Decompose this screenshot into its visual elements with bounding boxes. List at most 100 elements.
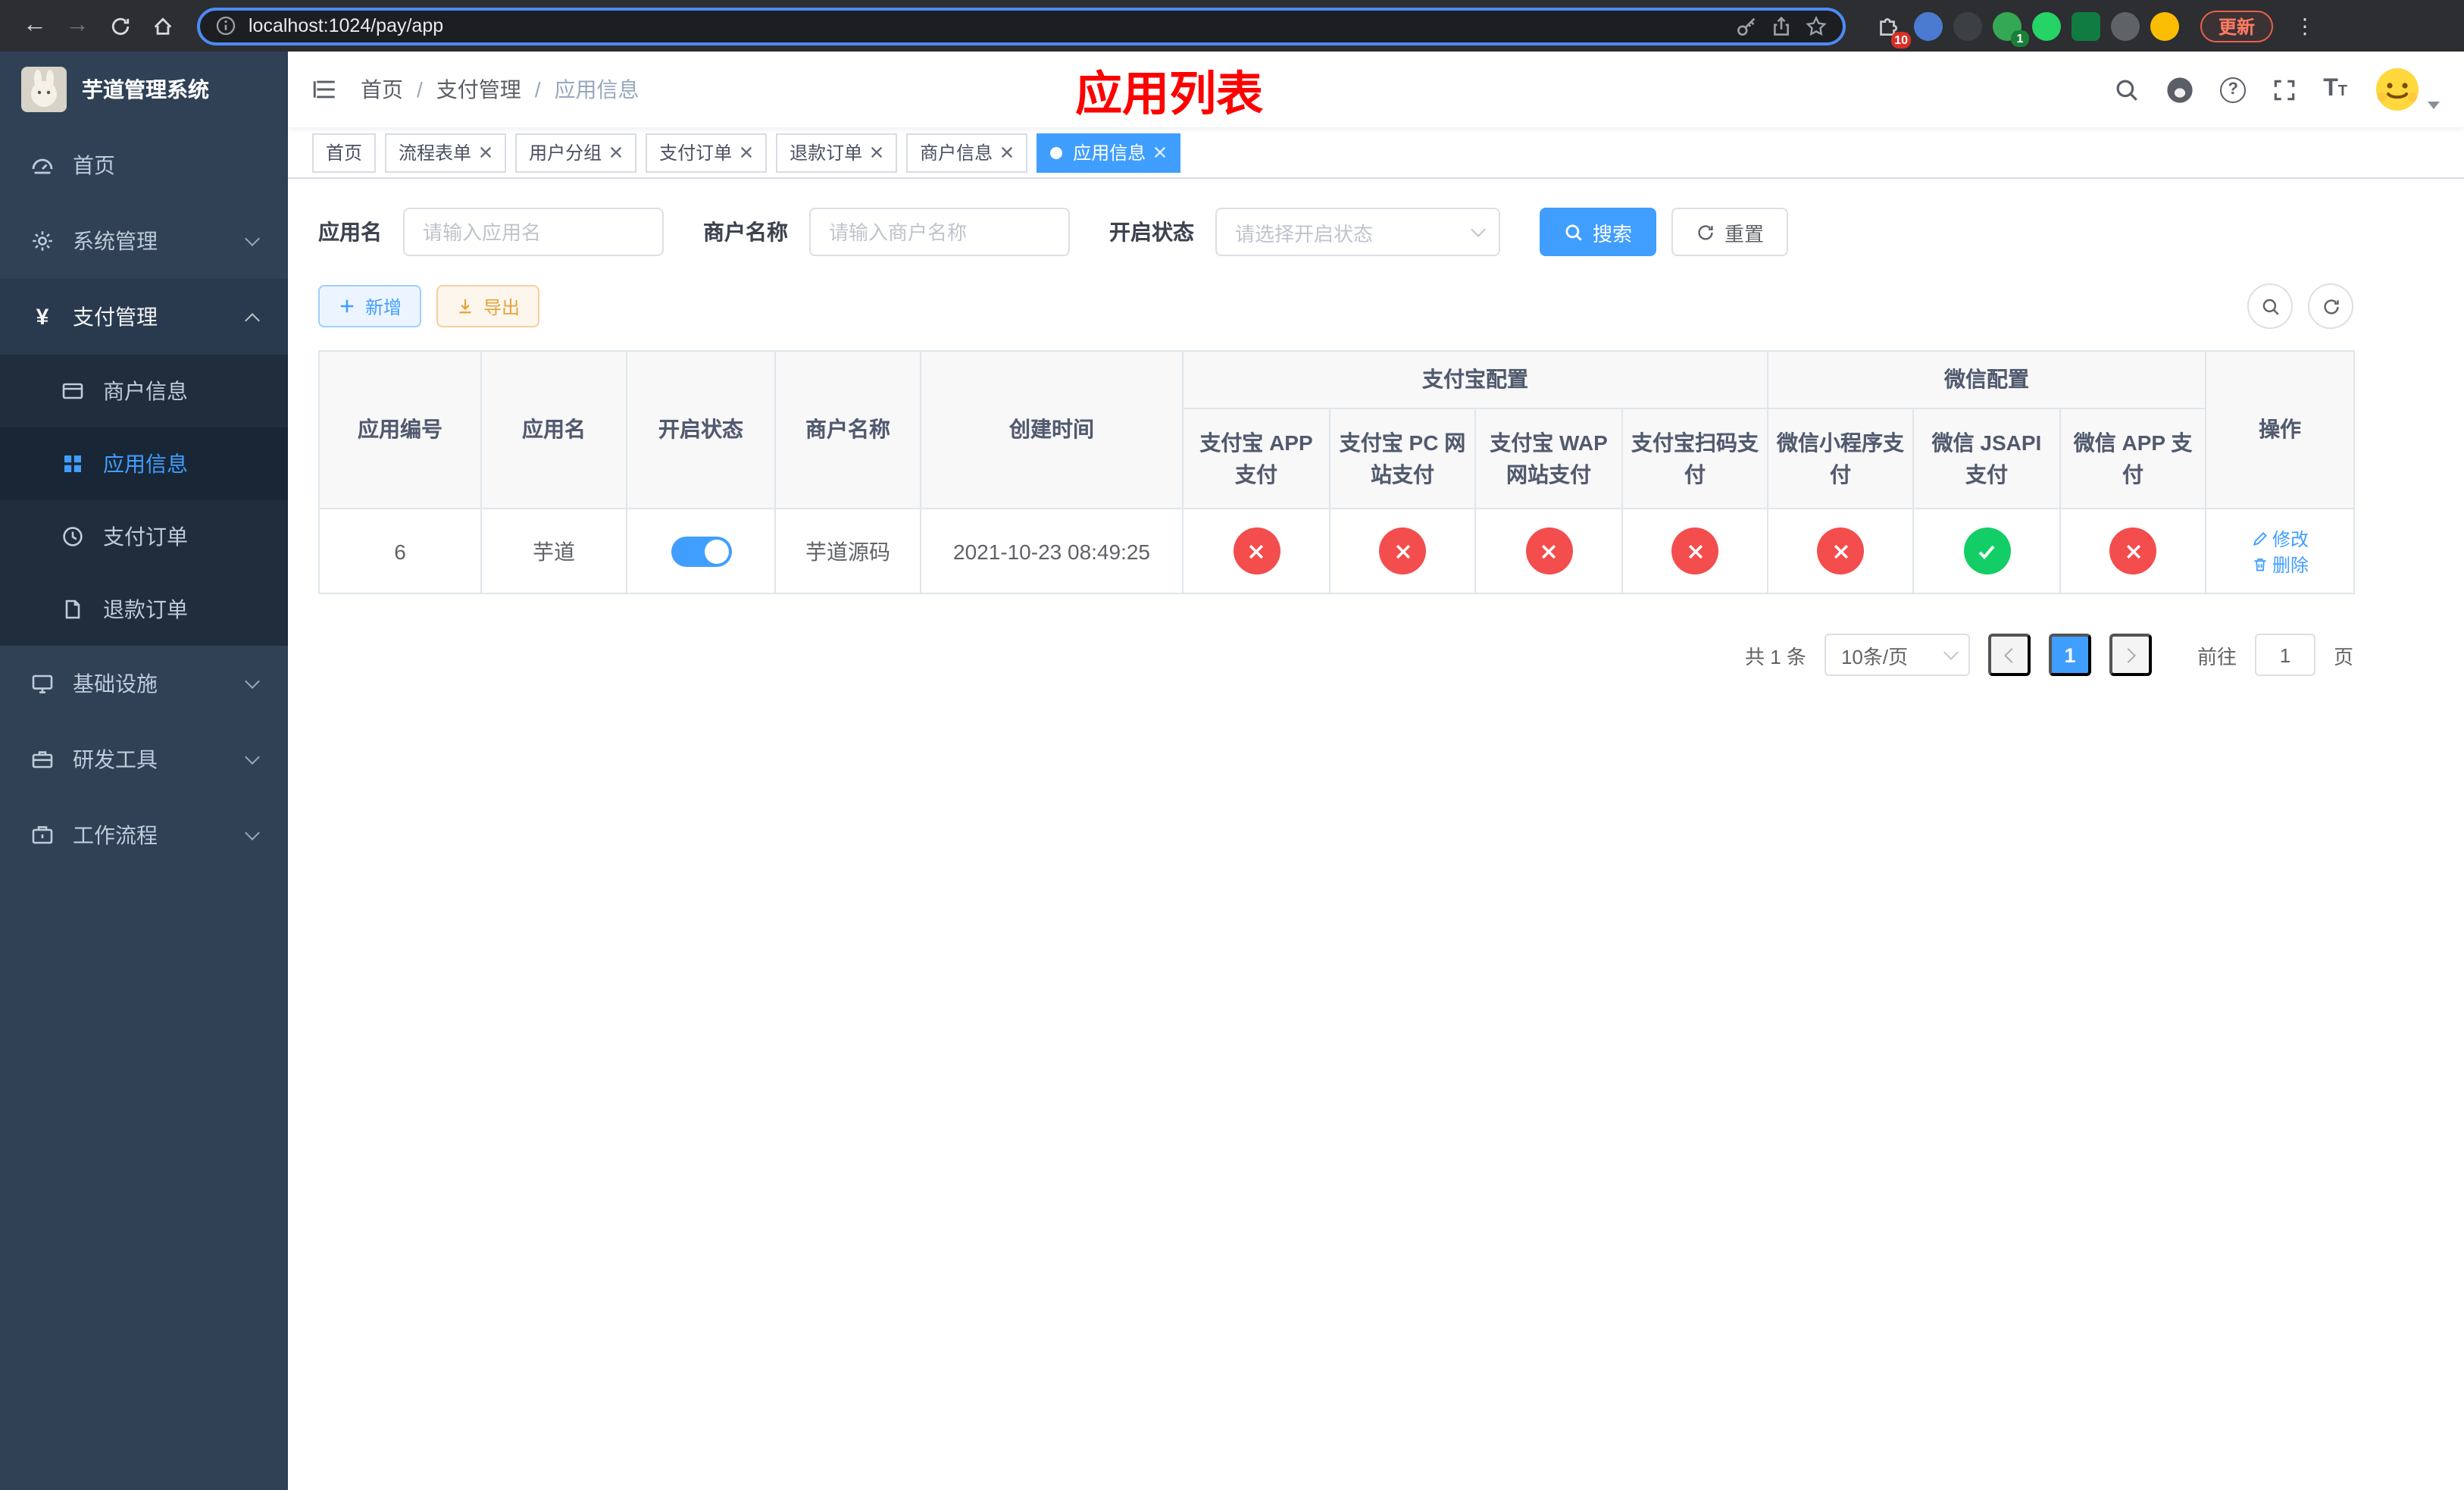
close-icon[interactable]	[870, 146, 883, 159]
page-size-select[interactable]: 10条/页	[1824, 634, 1970, 676]
download-icon	[459, 299, 471, 314]
pagination: 共 1 条 10条/页 1 前往 页	[318, 634, 2353, 676]
sidebar-item-dev-tools[interactable]: 研发工具	[0, 722, 288, 797]
sidebar-item-payment[interactable]: ¥ 支付管理	[0, 279, 288, 355]
browser-menu-icon[interactable]: ⋮	[2288, 13, 2322, 39]
tab-app-info[interactable]: 应用信息	[1037, 133, 1181, 172]
extension-icon-2[interactable]	[1953, 11, 1982, 40]
app-logo[interactable]: 芋道管理系统	[0, 52, 288, 127]
sidebar-item-label: 应用信息	[103, 452, 188, 476]
goto-label: 前往	[2197, 645, 2237, 668]
extensions-puzzle-icon[interactable]: 10	[1870, 9, 1911, 49]
search-icon	[2262, 298, 2278, 315]
cell-merchant: 芋道源码	[774, 508, 921, 594]
status-select[interactable]: 请选择开启状态	[1215, 208, 1500, 256]
close-icon[interactable]	[740, 146, 753, 159]
extension-icon-6[interactable]	[2111, 11, 2140, 40]
prev-page-button[interactable]	[1987, 634, 2031, 676]
table-toolbar: 新增 导出	[318, 283, 2353, 329]
tab-pay-orders[interactable]: 支付订单	[646, 133, 768, 172]
extension-icon-1[interactable]	[1914, 11, 1943, 40]
search-button[interactable]: 搜索	[1540, 208, 1657, 256]
reset-button[interactable]: 重置	[1671, 208, 1789, 256]
plus-icon	[340, 299, 354, 313]
tab-process-form[interactable]: 流程表单	[385, 133, 507, 172]
bookmark-star-icon[interactable]	[1805, 14, 1828, 37]
col-wechat-jsapi: 微信 JSAPI 支付	[1912, 408, 2061, 509]
site-info-icon[interactable]	[215, 15, 236, 36]
delete-button[interactable]: 删除	[2251, 551, 2309, 577]
search-icon[interactable]	[2114, 77, 2140, 102]
close-icon[interactable]	[1153, 146, 1167, 159]
browser-reload-button[interactable]	[100, 6, 139, 45]
tab-refund-orders[interactable]: 退款订单	[776, 133, 898, 172]
user-menu[interactable]	[2373, 65, 2440, 114]
share-icon[interactable]	[1770, 14, 1793, 37]
tab-label: 退款订单	[790, 142, 863, 164]
close-icon[interactable]	[479, 146, 492, 159]
page-1-button[interactable]: 1	[2048, 634, 2091, 676]
extension-icon-3[interactable]: 1	[1993, 11, 2029, 46]
cell-status	[626, 508, 776, 594]
sidebar-item-label: 研发工具	[73, 747, 158, 772]
col-alipay-qr: 支付宝扫码支付	[1621, 408, 1768, 509]
browser-back-button[interactable]: ←	[15, 6, 55, 45]
next-page-button[interactable]	[2109, 634, 2152, 676]
page-content: 应用名 商户名称 开启状态 请选择开启状态	[288, 179, 2464, 1490]
breadcrumb-home[interactable]: 首页	[361, 74, 436, 105]
tab-merchant-info[interactable]: 商户信息	[906, 133, 1028, 172]
help-icon[interactable]: ?	[2220, 77, 2247, 102]
col-alipay-pc: 支付宝 PC 网站支付	[1329, 408, 1476, 509]
refresh-table-button[interactable]	[2308, 283, 2353, 329]
extension-icon-5[interactable]	[2072, 11, 2100, 40]
font-size-icon[interactable]: TT	[2323, 76, 2347, 103]
browser-window: ← → localhost:1024/pay/app 10 1 更新 ⋮ 芋道管…	[0, 0, 2464, 1490]
search-icon	[1565, 224, 1582, 240]
fullscreen-icon[interactable]	[2272, 77, 2297, 102]
col-group-alipay: 支付宝配置	[1182, 350, 1768, 409]
col-alipay-wap: 支付宝 WAP 网站支付	[1474, 408, 1623, 509]
col-wechat-mini: 微信小程序支付	[1767, 408, 1914, 509]
sidebar-item-merchant-info[interactable]: 商户信息	[0, 355, 288, 427]
merchant-name-input[interactable]	[809, 208, 1070, 256]
breadcrumb-payment[interactable]: 支付管理	[436, 74, 555, 105]
sidebar-item-pay-orders[interactable]: 支付订单	[0, 500, 288, 573]
github-icon[interactable]	[2165, 75, 2194, 104]
app-title: 芋道管理系统	[82, 77, 209, 102]
app-name-label: 应用名	[318, 220, 382, 244]
sidebar-item-system[interactable]: 系统管理	[0, 203, 288, 279]
goto-page-input[interactable]	[2254, 634, 2315, 676]
browser-update-button[interactable]: 更新	[2200, 10, 2274, 42]
tab-user-group[interactable]: 用户分组	[515, 133, 637, 172]
close-icon[interactable]	[1000, 146, 1014, 159]
url-text[interactable]: localhost:1024/pay/app	[249, 15, 1723, 36]
sidebar-item-app-info[interactable]: 应用信息	[0, 427, 288, 500]
sidebar-item-infra[interactable]: 基础设施	[0, 646, 288, 722]
toggle-search-button[interactable]	[2247, 283, 2293, 329]
wechat-app-status-icon	[2109, 527, 2157, 574]
status-toggle[interactable]	[671, 536, 731, 566]
tab-home[interactable]: 首页	[312, 133, 377, 172]
browser-home-button[interactable]	[142, 6, 182, 45]
sidebar-item-workflow[interactable]: 工作流程	[0, 797, 288, 873]
browser-forward-button[interactable]: →	[58, 6, 97, 45]
monitor-icon	[32, 675, 53, 693]
export-button[interactable]: 导出	[436, 285, 540, 327]
extension-icon-4[interactable]	[2032, 11, 2061, 40]
edit-button[interactable]: 修改	[2251, 525, 2309, 551]
url-bar[interactable]: localhost:1024/pay/app	[197, 7, 1846, 45]
add-button[interactable]: 新增	[318, 285, 422, 327]
close-icon[interactable]	[609, 146, 623, 159]
extension-icon-7[interactable]	[2150, 11, 2179, 40]
gear-icon	[33, 231, 52, 251]
sidebar-item-refund-orders[interactable]: 退款订单	[0, 573, 288, 646]
app-table: 应用编号 应用名 开启状态 商户名称 创建时间 支付宝配置 微信配置 操作 支付…	[318, 350, 2356, 676]
alipay-app-status-icon	[1233, 527, 1280, 574]
password-key-icon[interactable]	[1735, 14, 1758, 37]
col-created: 创建时间	[920, 350, 1184, 509]
chevron-down-icon	[245, 825, 260, 840]
app-name-input[interactable]	[403, 208, 664, 256]
hamburger-icon[interactable]	[312, 76, 339, 103]
sidebar-item-home[interactable]: 首页	[0, 127, 288, 203]
chevron-down-icon	[245, 750, 260, 765]
